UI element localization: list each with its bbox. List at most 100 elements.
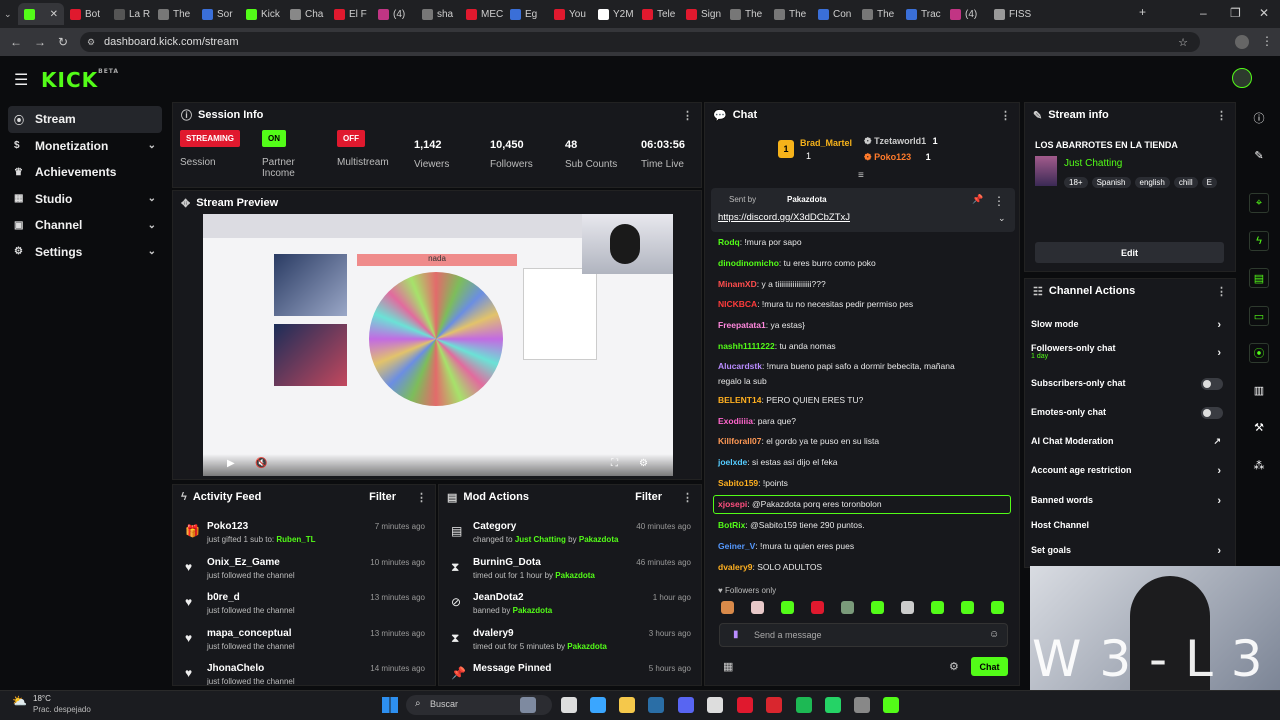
chat-message[interactable]: regalo la sub (718, 376, 767, 386)
session-menu-icon[interactable]: ⋮ (682, 109, 693, 122)
chat-message[interactable]: BotRix: @Sabito159 tiene 290 puntos. (718, 520, 865, 530)
file-icon[interactable] (561, 697, 577, 713)
activity-user[interactable]: mapa_conceptual (207, 628, 291, 639)
discord-icon[interactable] (678, 697, 694, 713)
browser-tab[interactable]: Sign (680, 3, 724, 25)
browser-tab[interactable]: Y2M (592, 3, 636, 25)
chat-message[interactable]: Sabito159: !points (718, 478, 788, 488)
chevron-down-icon[interactable]: ⌄ (148, 246, 156, 257)
chevron-down-icon[interactable]: ⌄ (148, 140, 156, 151)
stream-tag[interactable]: chill (1173, 177, 1198, 188)
browser-tab[interactable]: Bot (64, 3, 108, 25)
chat-badge-icon[interactable]: ▮ (733, 629, 739, 640)
pinned-message[interactable]: Sent by Pakazdota https://discord.gg/X3d… (711, 188, 1015, 232)
chat-message[interactable]: NICKBCA: !mura tu no necesitas pedir per… (718, 299, 913, 309)
info-icon[interactable]: ⓘ (1249, 108, 1269, 128)
kick-logo[interactable]: KICKBETA (41, 68, 119, 92)
chat-username[interactable]: NICKBCA (718, 299, 757, 309)
chat-message[interactable]: joelxde: si estas así dijo el feka (718, 457, 838, 467)
pencil-icon[interactable]: ✎ (1249, 145, 1269, 165)
bookmark-star-icon[interactable]: ☆ (1178, 36, 1188, 49)
browser-tab[interactable]: FISS (988, 3, 1032, 25)
channel-action-account-age-restriction[interactable]: Account age restriction › (1031, 465, 1231, 485)
sidebar-item-channel[interactable]: ▣ Channel ⌄ (0, 212, 170, 239)
chat-username[interactable]: Freepatata1 (718, 320, 766, 330)
layout-icon[interactable]: ▥ (1249, 380, 1269, 400)
browser-tab[interactable]: Trac (900, 3, 944, 25)
mod-action-moderator[interactable]: Pakazdota (555, 571, 595, 580)
new-tab-icon[interactable]: + (1139, 5, 1146, 19)
chat-username[interactable]: MinamXD (718, 279, 757, 289)
activity-row[interactable]: 🎁 Poko123 just gifted 1 sub to: Ruben_TL 7 … (173, 521, 433, 557)
activity-row[interactable]: ♥ b0re_d just followed the channel 13 minut… (173, 592, 433, 628)
chevron-down-icon[interactable]: ⌄ (148, 220, 156, 231)
profile-avatar-icon[interactable] (1235, 35, 1249, 49)
chat-message[interactable]: BELENT14: PERO QUIEN ERES TU? (718, 395, 863, 405)
activity-row[interactable]: ♥ JhonaChelo just followed the channel 14 m… (173, 663, 433, 685)
sidebar-item-stream[interactable]: ⦿ Stream (8, 106, 162, 133)
mod-filter-button[interactable]: Filter (635, 491, 662, 503)
activity-user[interactable]: Onix_Ez_Game (207, 557, 280, 568)
activity-user[interactable]: b0re_d (207, 592, 240, 603)
chat-message[interactable]: Alucardstk: !mura bueno papi safo a dorm… (718, 361, 955, 371)
emote-icon[interactable] (721, 601, 734, 614)
channel-action-host-channel[interactable]: Host Channel (1031, 520, 1231, 540)
sidebar-item-studio[interactable]: ▦ Studio ⌄ (0, 186, 170, 213)
chevron-right-icon[interactable]: › (1217, 545, 1221, 557)
browser-tab[interactable]: (4) (944, 3, 988, 25)
browser-tab[interactable]: The (152, 3, 196, 25)
sidebar-item-settings[interactable]: ⚙ Settings ⌄ (0, 239, 170, 266)
stream-tag[interactable]: E (1201, 177, 1217, 188)
chat-username[interactable]: Alucardstk (718, 361, 762, 371)
apps-icon[interactable]: ⁂ (1249, 455, 1269, 475)
channel-actions-menu-icon[interactable]: ⋮ (1216, 285, 1227, 298)
calculator-icon[interactable] (854, 697, 870, 713)
bolt-icon[interactable]: ϟ (1249, 231, 1269, 251)
emote-icon[interactable] (841, 601, 854, 614)
mod-action-row[interactable]: ▤ Category changed to Just Chatting by Pak… (439, 521, 699, 557)
stream-tag[interactable]: Spanish (1091, 177, 1131, 188)
mod-action-moderator[interactable]: Pakazdota (513, 606, 553, 615)
browser-tab[interactable]: The (856, 3, 900, 25)
emote-icon[interactable] (931, 601, 944, 614)
chat-username[interactable]: BELENT14 (718, 395, 761, 405)
chat-message[interactable]: Geiner_V: !mura tu quien eres pues (718, 541, 854, 551)
chat-input[interactable]: ▮ Send a message ☺ (719, 623, 1008, 647)
browser-tab[interactable]: Kick (240, 3, 284, 25)
channel-action-followers-only-chat[interactable]: Followers-only chat 1 day › (1031, 343, 1231, 363)
emote-icon[interactable] (901, 601, 914, 614)
fullscreen-icon[interactable]: ⛶ (611, 458, 618, 469)
chevron-right-icon[interactable]: › (1217, 347, 1221, 359)
chat-bubble-icon[interactable]: ▭ (1249, 306, 1269, 326)
prize-wheel[interactable] (369, 272, 503, 406)
browser-tab[interactable]: Sor (196, 3, 240, 25)
tab-search-icon[interactable]: ⌄ (4, 9, 18, 20)
toggle-switch[interactable] (1201, 407, 1223, 419)
mod-action-row[interactable]: ⧗ dvalery9 timed out for 5 minutes by Paka… (439, 628, 699, 664)
activity-user[interactable]: Poko123 (207, 521, 248, 532)
mod-action-title[interactable]: dvalery9 (473, 628, 514, 639)
category-name[interactable]: Just Chatting (1064, 158, 1122, 169)
reload-icon[interactable]: ↻ (58, 35, 68, 49)
sidebar-item-monetization[interactable]: $ Monetization ⌄ (0, 133, 170, 160)
widgets-icon[interactable] (520, 697, 536, 713)
channel-action-set-goals[interactable]: Set goals › (1031, 545, 1231, 565)
browser-tab[interactable]: (4) (372, 3, 416, 25)
sidebar-item-achievements[interactable]: ♛ Achievements (0, 159, 170, 186)
chat-username[interactable]: dinodinomicho (718, 258, 779, 268)
mod-action-row[interactable]: 📌 Message Pinned 5 hours ago (439, 663, 699, 685)
emoji-icon[interactable]: ☺ (989, 629, 999, 640)
activity-user[interactable]: JhonaChelo (207, 663, 264, 674)
mod-action-title[interactable]: Category (473, 521, 516, 532)
emote-icon[interactable] (781, 601, 794, 614)
windows-start-icon[interactable] (382, 697, 398, 713)
broadcast-icon[interactable]: ⦿ (1249, 343, 1269, 363)
video-settings-icon[interactable]: ⚙ (639, 458, 648, 469)
emote-icon[interactable] (991, 601, 1004, 614)
emote-icon[interactable] (871, 601, 884, 614)
chat-message[interactable]: Rodq: !mura por sapo (718, 237, 802, 247)
emote-icon[interactable] (811, 601, 824, 614)
activity-row[interactable]: ♥ Onix_Ez_Game just followed the channel 10… (173, 557, 433, 593)
url-input[interactable]: ⚙ dashboard.kick.com/stream ☆ (80, 32, 1200, 52)
spotify-icon[interactable] (796, 697, 812, 713)
